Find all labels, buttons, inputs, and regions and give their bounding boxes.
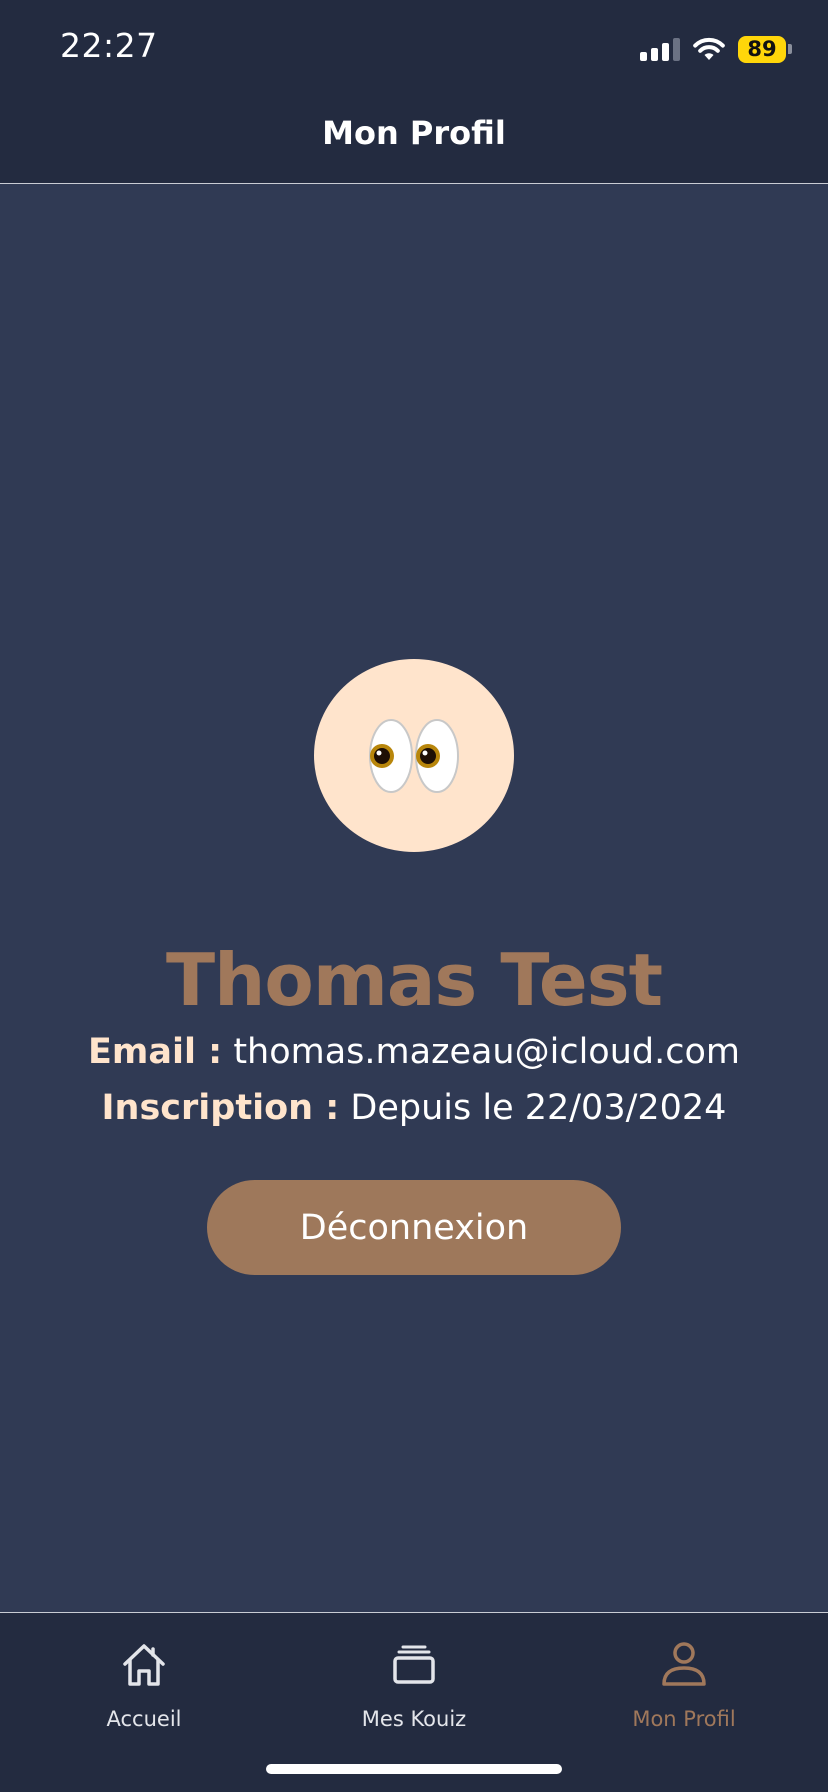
status-time: 22:27	[60, 26, 158, 65]
tab-my-kouiz-label: Mes Kouiz	[361, 1707, 467, 1731]
home-icon	[119, 1637, 169, 1693]
person-icon	[659, 1637, 709, 1693]
cellular-signal-icon	[640, 37, 680, 61]
status-icons: 89	[640, 34, 792, 64]
eyes-emoji-icon	[369, 718, 459, 793]
cards-stack-icon	[389, 1637, 439, 1693]
profile-screen: 22:27 89 Mon Profil Thomas Test Email: …	[0, 0, 828, 1792]
logout-button[interactable]: Déconnexion	[207, 1180, 621, 1275]
battery-icon: 89	[738, 35, 792, 63]
avatar	[314, 659, 514, 852]
page-title: Mon Profil	[322, 114, 506, 152]
registration-label: Inscription :	[101, 1088, 340, 1128]
user-name: Thomas Test	[165, 938, 663, 1022]
wifi-icon	[693, 37, 725, 60]
tab-profile-label: Mon Profil	[632, 1707, 736, 1731]
home-indicator	[266, 1764, 562, 1774]
registration-row: Inscription : Depuis le 22/03/2024	[0, 1088, 828, 1128]
battery-level: 89	[738, 35, 786, 63]
top-bar: 22:27 89 Mon Profil	[0, 0, 828, 184]
tab-profile[interactable]: Mon Profil	[546, 1613, 822, 1743]
tab-home-label: Accueil	[106, 1707, 182, 1731]
registration-value: Depuis le 22/03/2024	[350, 1088, 727, 1128]
tab-my-kouiz[interactable]: Mes Kouiz	[276, 1613, 552, 1743]
email-row: Email : thomas.mazeau@icloud.com	[0, 1032, 828, 1072]
email-value: thomas.mazeau@icloud.com	[233, 1032, 740, 1072]
email-label: Email :	[87, 1032, 223, 1072]
tab-home[interactable]: Accueil	[6, 1613, 282, 1743]
